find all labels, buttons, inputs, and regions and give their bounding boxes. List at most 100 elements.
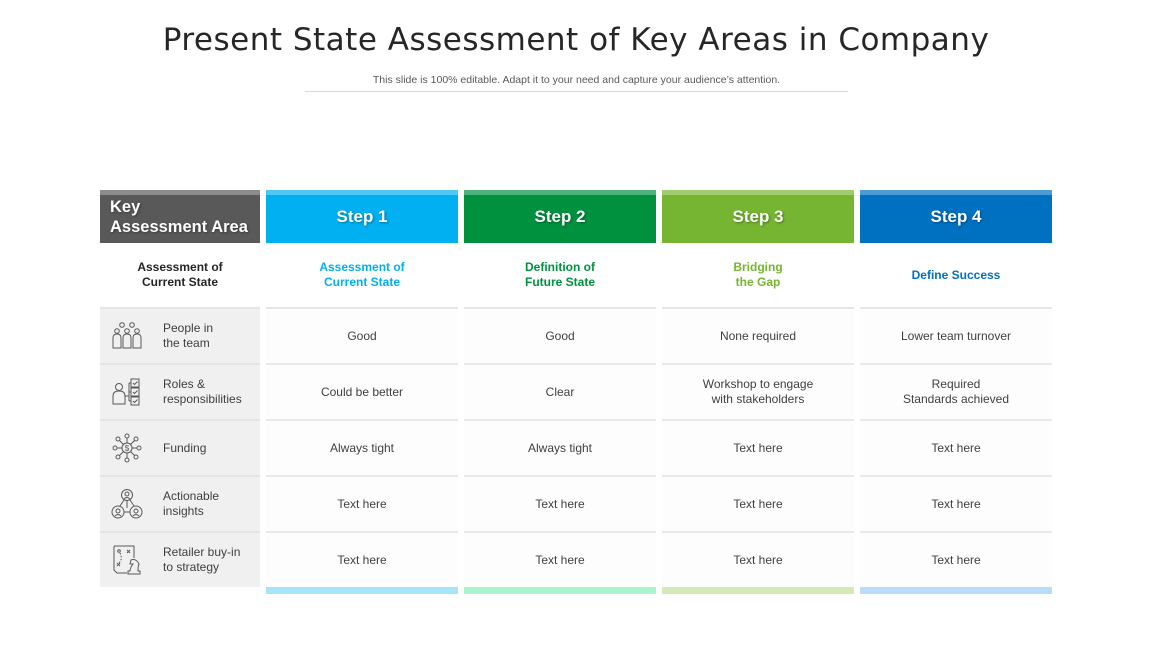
people-team-icon: [100, 322, 152, 350]
table-cell: Text here: [860, 477, 1052, 533]
cell-text-line: Text here: [931, 496, 981, 511]
key-header-line-2: Assessment Area: [110, 217, 248, 236]
table-cell: Always tight: [266, 421, 458, 477]
step-subheader-2: Definition of Future State: [464, 243, 656, 309]
table-cell: Text here: [860, 421, 1052, 477]
cell-text-line: Lower team turnover: [900, 328, 1012, 343]
slide-subtitle: This slide is 100% editable. Adapt it to…: [305, 74, 848, 92]
step-header-label: Step 4: [930, 206, 982, 226]
cell-text-line: with stakeholders: [711, 392, 805, 406]
cell-text-line: Text here: [535, 496, 585, 511]
cell-text-line: Text here: [931, 552, 981, 567]
step-header-3: Step 3: [662, 190, 854, 243]
step-subheader-4: Define Success: [860, 243, 1052, 309]
key-row-label-line-1: People in: [163, 321, 214, 335]
key-row-label-line-2: to strategy: [163, 560, 220, 574]
step-subheader-line-1: Assessment of: [319, 260, 405, 274]
step-column-2: Step 2 Definition of Future State Good Clear…: [464, 190, 656, 594]
step-subheader-1: Assessment of Current State: [266, 243, 458, 309]
table-cell: Text here: [662, 477, 854, 533]
table-cell: None required: [662, 309, 854, 365]
cell-text-line: None required: [719, 328, 797, 343]
table-cell: Text here: [464, 533, 656, 587]
header-strip: [860, 190, 1052, 195]
key-row-label-line-1: Funding: [163, 440, 207, 455]
step-header-2: Step 2: [464, 190, 656, 243]
cell-text-line: Good: [545, 328, 575, 343]
step-subheader-line-2: the Gap: [735, 275, 781, 289]
header-strip: [100, 190, 260, 195]
cell-text-line: Text here: [535, 552, 585, 567]
funding-network-icon: $: [100, 433, 152, 463]
table-cell: Text here: [266, 477, 458, 533]
table-cell: Good: [464, 309, 656, 365]
step-subheader-line-2: Current State: [323, 275, 400, 289]
key-assessment-column: Key Assessment Area Assessment of Curren…: [100, 190, 260, 587]
table-cell: Good: [266, 309, 458, 365]
key-header-line-1: Key: [110, 197, 141, 216]
step-column-3: Step 3 Bridging the Gap None required Worksh…: [662, 190, 854, 594]
key-row-retailer: Retailer buy-in to strategy: [100, 533, 260, 587]
step-subheader-line-1: Define Success: [911, 267, 1001, 282]
insights-network-icon: [100, 488, 152, 520]
key-row-label-line-1: Actionable: [163, 489, 220, 503]
cell-text-line: Always tight: [527, 440, 593, 455]
cell-text-line: Workshop to engage: [702, 377, 814, 391]
step-bottom-bar: [662, 587, 854, 594]
table-cell: Text here: [860, 533, 1052, 587]
cell-text-line: Required: [931, 377, 981, 391]
cell-text-line: Text here: [337, 496, 387, 511]
cell-text-line: Text here: [931, 440, 981, 455]
key-row-funding: $ Funding: [100, 421, 260, 477]
table-cell: Clear: [464, 365, 656, 421]
table-cell: Text here: [464, 477, 656, 533]
key-row-roles: Roles & responsibilities: [100, 365, 260, 421]
cell-text-line: Text here: [733, 440, 783, 455]
step-subheader-3: Bridging the Gap: [662, 243, 854, 309]
key-row-label-line-1: Roles &: [163, 377, 206, 391]
header-strip: [464, 190, 656, 195]
cell-text-line: Text here: [733, 552, 783, 567]
key-subheader-line-2: Current State: [141, 275, 218, 289]
key-row-label-line-2: the team: [163, 336, 210, 350]
step-bottom-bar: [266, 587, 458, 594]
step-subheader-line-1: Bridging: [733, 260, 783, 274]
step-subheader-line-2: Future State: [524, 275, 595, 289]
key-subheader-line-1: Assessment of: [137, 260, 223, 274]
roles-checklist-icon: [100, 378, 152, 406]
key-row-label-line-2: responsibilities: [163, 392, 242, 406]
step-header-4: Step 4: [860, 190, 1052, 243]
svg-text:$: $: [125, 444, 130, 453]
table-cell: Always tight: [464, 421, 656, 477]
header-strip: [662, 190, 854, 195]
key-header-text: Key Assessment Area: [110, 197, 248, 237]
step-header-label: Step 2: [534, 206, 586, 226]
step-bottom-bar: [464, 587, 656, 594]
step-column-1: Step 1 Assessment of Current State Good Coul…: [266, 190, 458, 594]
key-assessment-header: Key Assessment Area: [100, 190, 260, 243]
step-header-label: Step 1: [336, 206, 388, 226]
header-strip: [266, 190, 458, 195]
key-subheader: Assessment of Current State: [100, 243, 260, 309]
key-row-label-line-2: insights: [163, 504, 204, 518]
table-cell: Workshop to engage with stakeholders: [662, 365, 854, 421]
cell-text-line: Could be better: [320, 384, 404, 399]
table-cell: Text here: [662, 421, 854, 477]
table-cell: Text here: [662, 533, 854, 587]
step-header-label: Step 3: [732, 206, 784, 226]
cell-text-line: Always tight: [329, 440, 395, 455]
slide-title: Present State Assessment of Key Areas in…: [162, 22, 990, 58]
key-row-insights: Actionable insights: [100, 477, 260, 533]
cell-text-line: Text here: [337, 552, 387, 567]
table-cell: Lower team turnover: [860, 309, 1052, 365]
step-header-1: Step 1: [266, 190, 458, 243]
cell-text-line: Text here: [733, 496, 783, 511]
cell-text-line: Good: [347, 328, 377, 343]
key-row-people: People in the team: [100, 309, 260, 365]
strategy-chess-icon: [100, 544, 152, 576]
table-cell: Could be better: [266, 365, 458, 421]
key-row-label-line-1: Retailer buy-in: [163, 545, 241, 559]
step-bottom-bar: [860, 587, 1052, 594]
table-cell: Text here: [266, 533, 458, 587]
cell-text-line: Clear: [545, 384, 575, 399]
